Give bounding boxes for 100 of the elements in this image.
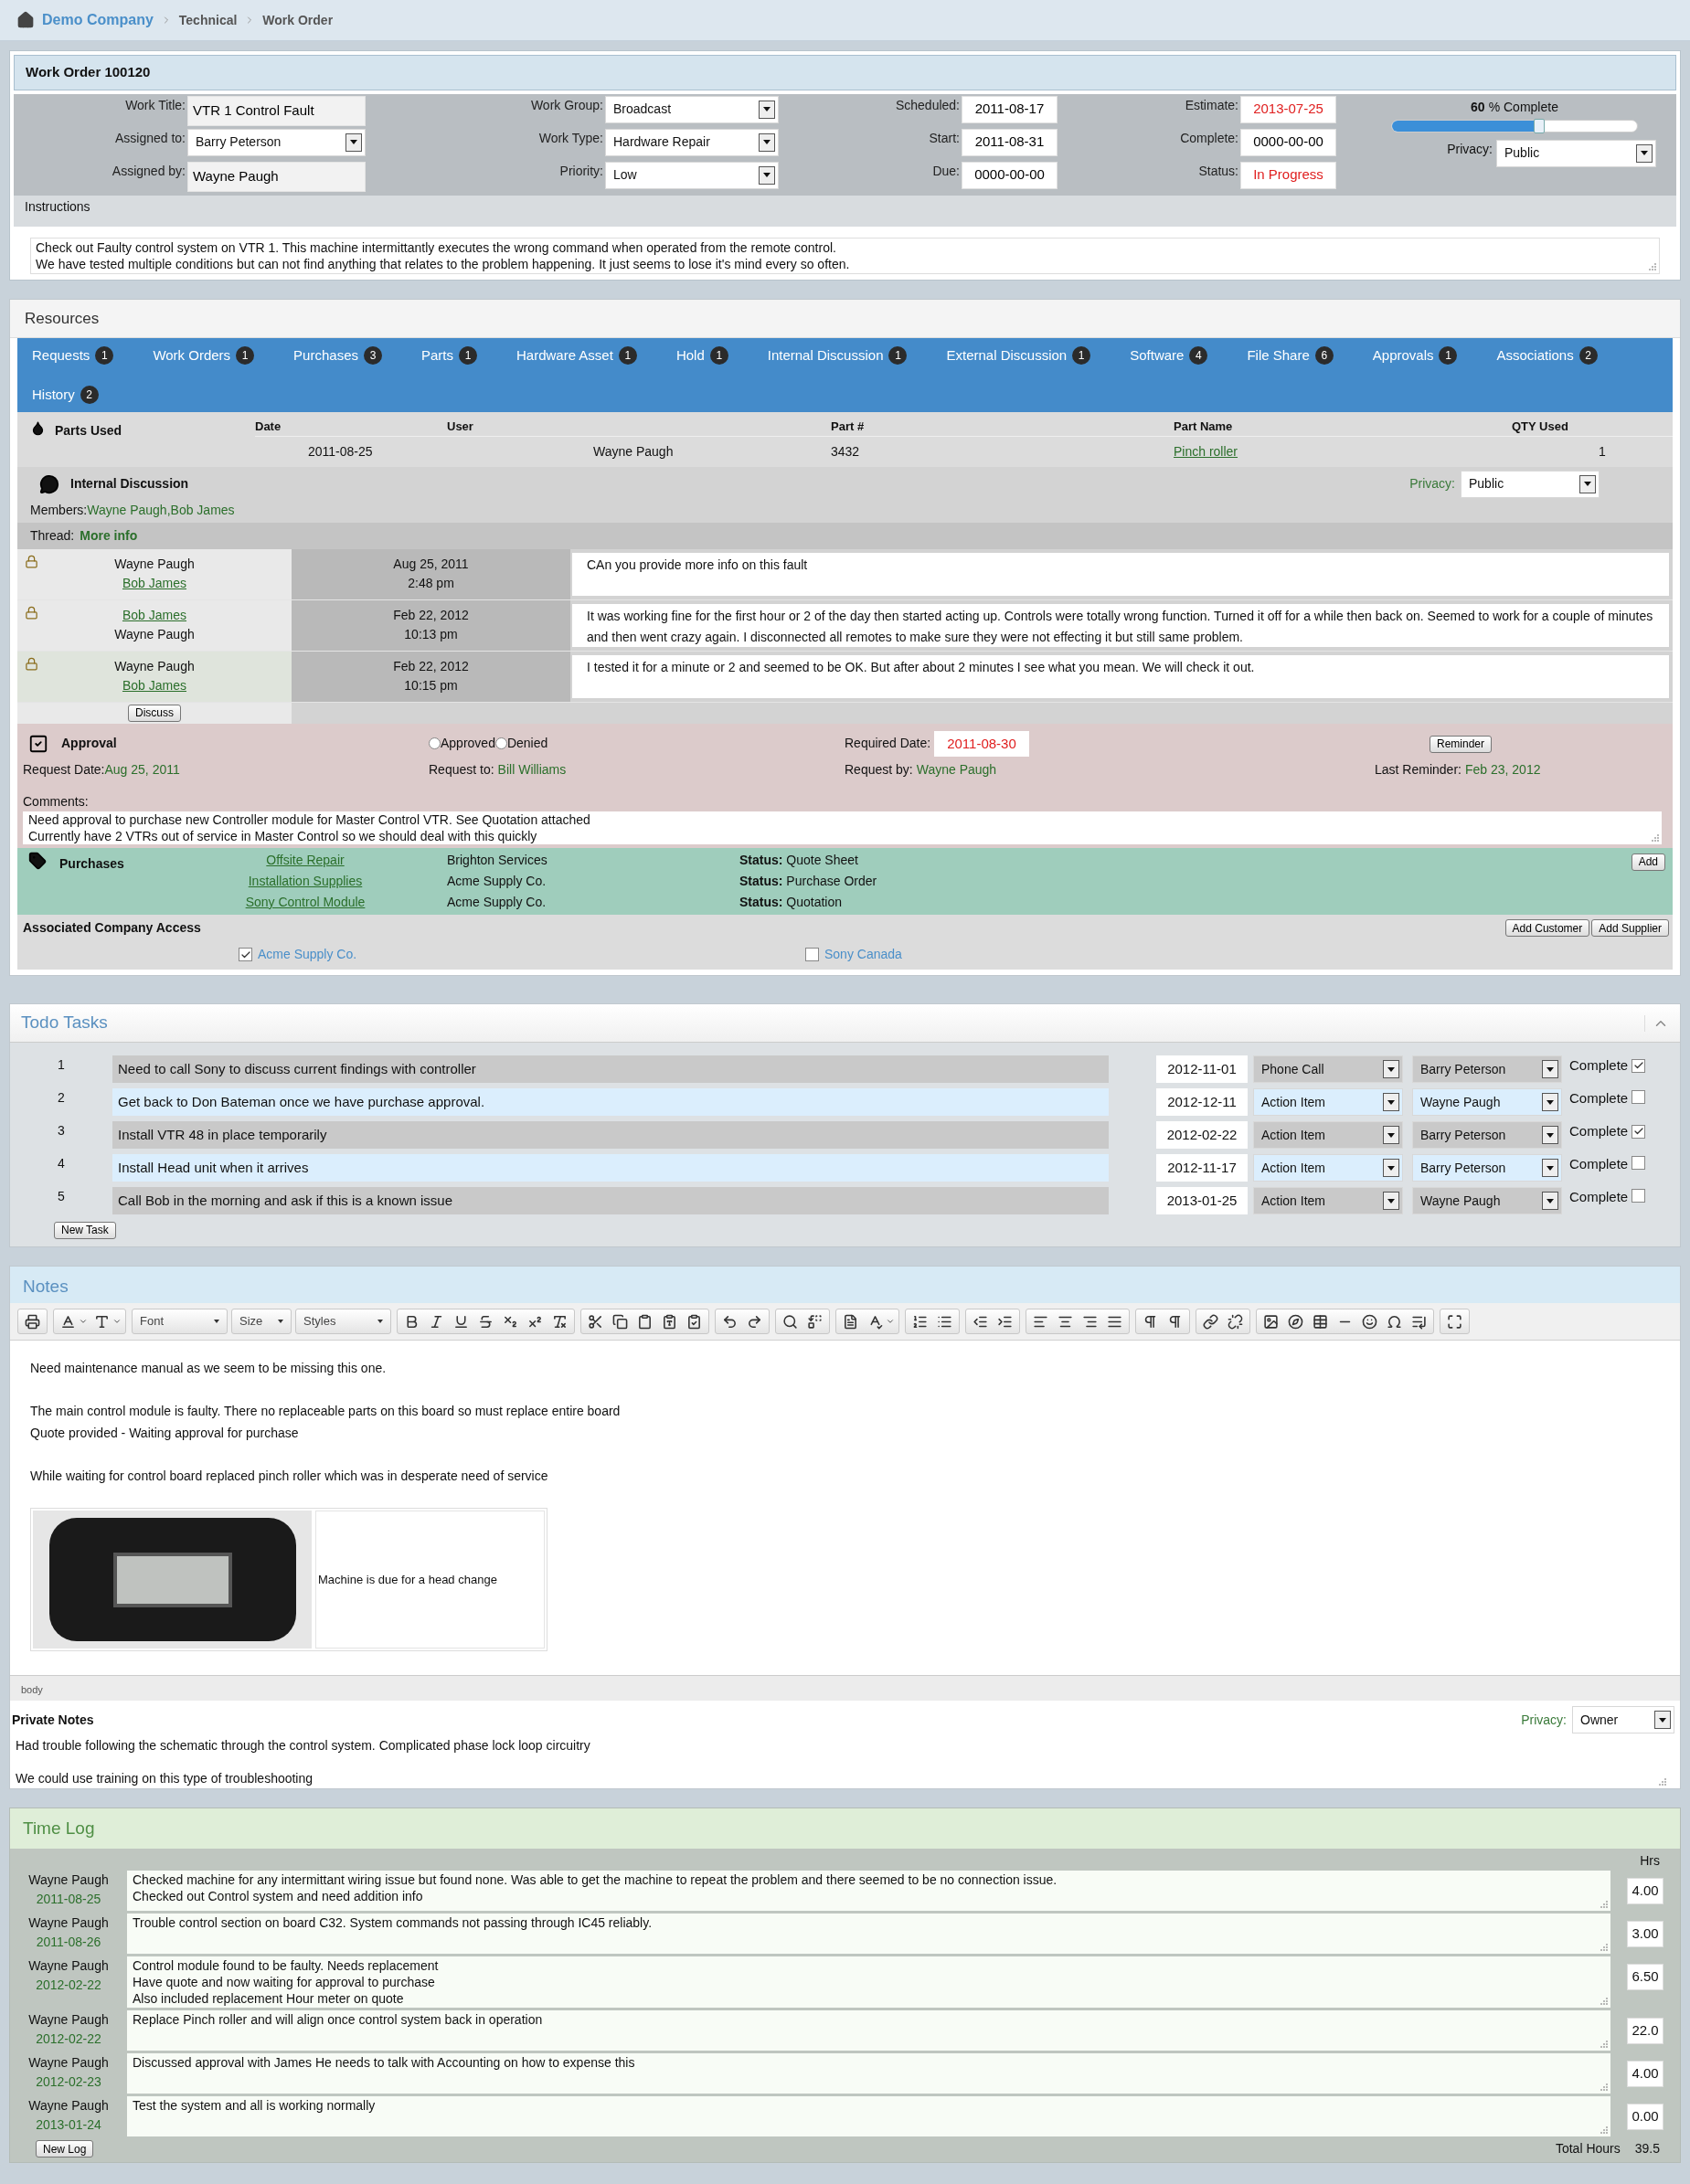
radio-button[interactable] xyxy=(429,737,441,750)
element-path[interactable]: body xyxy=(21,1684,43,1695)
clear-format-icon[interactable] xyxy=(552,1313,568,1330)
breadcrumb-link[interactable]: Technical xyxy=(178,10,238,30)
select-field[interactable]: Broadcast xyxy=(605,95,779,123)
resize-grip-icon[interactable] xyxy=(1600,2040,1608,2048)
lock-icon[interactable] xyxy=(25,554,38,568)
caret-icon[interactable] xyxy=(79,1317,88,1326)
lock-icon[interactable] xyxy=(25,656,38,671)
task-text[interactable]: Install Head unit when it arrives xyxy=(112,1154,1109,1182)
omega-icon[interactable] xyxy=(1387,1313,1402,1330)
paste-text-icon[interactable] xyxy=(662,1313,677,1330)
strikethrough-icon[interactable] xyxy=(478,1313,494,1330)
task-type-select[interactable]: Phone Call xyxy=(1253,1055,1403,1083)
task-text[interactable]: Install VTR 48 in place temporarily xyxy=(112,1121,1109,1149)
date-field[interactable]: 0000-00-00 xyxy=(962,161,1058,189)
add-company-button[interactable]: Add Customer xyxy=(1504,919,1590,937)
toolbar-dropdown[interactable]: Font xyxy=(132,1309,228,1334)
task-date[interactable]: 2013-01-25 xyxy=(1156,1187,1248,1214)
resource-tab[interactable]: Purchases 3 xyxy=(288,345,388,366)
more-info-link[interactable]: More info xyxy=(80,525,138,546)
lock-icon[interactable] xyxy=(25,605,38,620)
resize-grip-icon[interactable] xyxy=(1600,2126,1608,2134)
search-icon[interactable] xyxy=(782,1313,798,1330)
resource-tab[interactable]: File Share 6 xyxy=(1241,345,1339,366)
task-type-select[interactable]: Action Item xyxy=(1253,1121,1403,1149)
add-company-button[interactable]: Add Supplier xyxy=(1591,919,1669,937)
home-icon[interactable] xyxy=(16,11,35,29)
date-field[interactable]: 2011-08-17 xyxy=(962,95,1058,123)
task-date[interactable]: 2012-11-17 xyxy=(1156,1154,1248,1182)
assignee-select[interactable]: Barry Peterson xyxy=(1412,1121,1562,1149)
private-notes-text[interactable]: Had trouble following the schematic through the control system. Complicated phase lock loop circuitry We could use training on this type of troubleshooting xyxy=(14,1737,1669,1788)
log-text[interactable]: Checked machine for any intermittant wiring issue but found none. Was able to get the machine to repeat the problem and there seemed to be no connection issue. Checked out Control system and need addition info xyxy=(127,1871,1610,1911)
task-date[interactable]: 2012-11-01 xyxy=(1156,1055,1248,1083)
resource-tab[interactable]: Approvals 1 xyxy=(1366,345,1463,366)
resize-grip-icon[interactable] xyxy=(1600,2083,1608,2091)
select-field[interactable]: Barry Peterson xyxy=(187,128,366,156)
resize-grip-icon[interactable] xyxy=(1600,1997,1608,2005)
checkbox[interactable] xyxy=(1632,1124,1646,1139)
task-date[interactable]: 2012-12-11 xyxy=(1156,1088,1248,1116)
underline-icon[interactable] xyxy=(453,1313,469,1330)
assignee-select[interactable]: Wayne Paugh xyxy=(1412,1088,1562,1116)
caret-icon[interactable] xyxy=(112,1317,122,1326)
numbered-list-icon[interactable] xyxy=(912,1313,928,1330)
author-link[interactable]: Bob James xyxy=(122,676,186,695)
background-color-icon[interactable] xyxy=(94,1313,110,1330)
assignee-select[interactable]: Barry Peterson xyxy=(1412,1154,1562,1182)
paste-icon[interactable] xyxy=(637,1313,653,1330)
radio-button[interactable] xyxy=(494,737,507,750)
redo-icon[interactable] xyxy=(747,1313,762,1330)
new-log-button[interactable]: New Log xyxy=(36,2140,94,2157)
smiley-icon[interactable] xyxy=(1362,1313,1377,1330)
task-text[interactable]: Need to call Sony to discuss current findings with controller xyxy=(112,1055,1109,1083)
bold-icon[interactable] xyxy=(404,1313,420,1330)
hours-field[interactable]: 0.00 xyxy=(1627,2104,1663,2130)
privacy-select[interactable]: Public xyxy=(1461,470,1600,498)
print-icon[interactable] xyxy=(25,1313,40,1330)
undo-icon[interactable] xyxy=(722,1313,738,1330)
log-text[interactable]: Discussed approval with James He needs to talk with Accounting on how to expense this xyxy=(127,2053,1610,2094)
cut-icon[interactable] xyxy=(588,1313,603,1330)
replace-icon[interactable] xyxy=(807,1313,823,1330)
pilcrow-icon[interactable] xyxy=(1143,1313,1158,1330)
author-link[interactable]: Bob James xyxy=(122,574,186,593)
assignee-select[interactable]: Barry Peterson xyxy=(1412,1055,1562,1083)
maximize-icon[interactable] xyxy=(1447,1313,1462,1330)
task-text[interactable]: Call Bob in the morning and ask if this is a known issue xyxy=(112,1187,1109,1214)
link-icon[interactable] xyxy=(1203,1313,1218,1330)
toolbar-dropdown[interactable]: Size xyxy=(231,1309,292,1334)
assignee-select[interactable]: Wayne Paugh xyxy=(1412,1187,1562,1214)
resource-tab[interactable]: Hold 1 xyxy=(670,345,734,366)
pilcrow-icon[interactable] xyxy=(1167,1313,1183,1330)
select-field[interactable]: Hardware Repair xyxy=(605,128,779,156)
task-text[interactable]: Get back to Don Bateman once we have purchase approval. xyxy=(112,1088,1109,1116)
date-field[interactable]: 2011-08-31 xyxy=(962,128,1058,156)
spell-check-icon[interactable] xyxy=(867,1313,883,1330)
task-date[interactable]: 2012-02-22 xyxy=(1156,1121,1248,1149)
select-field[interactable]: Low xyxy=(605,161,779,189)
resource-tab[interactable]: Requests 1 xyxy=(27,345,120,366)
hours-field[interactable]: 22.0 xyxy=(1627,2018,1663,2044)
task-type-select[interactable]: Action Item xyxy=(1253,1154,1403,1182)
resize-grip-icon[interactable] xyxy=(1658,1777,1666,1786)
purchase-link[interactable]: Sony Control Module xyxy=(218,893,392,912)
reminder-button[interactable]: Reminder xyxy=(1430,735,1493,753)
hours-field[interactable]: 3.00 xyxy=(1627,1921,1663,1947)
date-field[interactable]: 0000-00-00 xyxy=(1240,128,1336,156)
breadcrumb-link[interactable]: Work Order xyxy=(262,10,334,30)
resource-tab[interactable]: History 2 xyxy=(27,384,104,405)
table-icon[interactable] xyxy=(1313,1313,1328,1330)
date-field[interactable]: 2013-07-25 xyxy=(1240,95,1336,123)
resource-tab[interactable]: Internal Discussion 1 xyxy=(761,345,913,366)
add-button[interactable]: Add xyxy=(1631,853,1665,871)
comments-text[interactable]: Need approval to purchase new Controller module for Master Control VTR. See Quotation attached Currently have 2 VTRs out of service in Master Control so we should deal with this quickly xyxy=(23,811,1662,844)
date-field[interactable]: In Progress xyxy=(1240,161,1336,189)
log-text[interactable]: Test the system and all is working normally xyxy=(127,2096,1610,2136)
checkbox[interactable] xyxy=(1632,1189,1646,1203)
resource-tab[interactable]: Hardware Asset 1 xyxy=(511,345,643,366)
purchase-link[interactable]: Offsite Repair xyxy=(218,851,392,870)
purchase-link[interactable]: Installation Supplies xyxy=(218,872,392,891)
part-name-link[interactable]: Pinch roller xyxy=(1174,441,1512,461)
resource-tab[interactable]: Software 4 xyxy=(1124,345,1214,366)
